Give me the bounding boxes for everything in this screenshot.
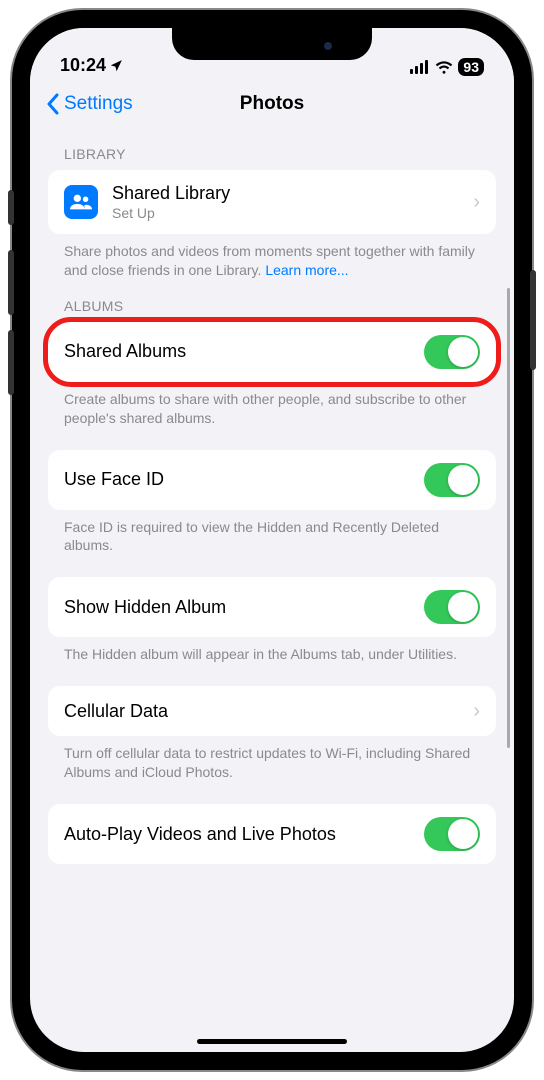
location-icon [109,59,123,73]
hidden-album-footer: The Hidden album will appear in the Albu… [48,637,496,664]
library-header: LIBRARY [48,128,496,170]
wifi-icon [435,60,453,74]
notch [172,28,372,60]
nav-title: Photos [240,93,304,115]
volume-down [8,330,14,395]
face-id-footer: Face ID is required to view the Hidden a… [48,510,496,556]
face-id-toggle[interactable] [424,463,480,497]
content[interactable]: LIBRARY Shared Library Set Up › Share ph… [30,128,514,1052]
cellular-data-title: Cellular Data [64,701,473,722]
autoplay-toggle[interactable] [424,817,480,851]
albums-header: ALBUMS [48,280,496,322]
chevron-right-icon: › [473,700,480,723]
home-indicator[interactable] [197,1039,347,1044]
autoplay-cell[interactable]: Auto-Play Videos and Live Photos [48,804,496,864]
screen: 10:24 93 Settings Photo [30,28,514,1052]
shared-albums-title: Shared Albums [64,341,424,362]
power-button [530,270,536,370]
scroll-indicator[interactable] [507,288,510,748]
status-icons: 93 [410,58,484,76]
cellular-data-cell[interactable]: Cellular Data › [48,686,496,736]
back-label: Settings [64,93,133,115]
face-id-title: Use Face ID [64,469,424,490]
chevron-left-icon [46,93,60,115]
mute-switch [8,190,14,225]
shared-albums-footer: Create albums to share with other people… [48,382,496,428]
chevron-right-icon: › [473,191,480,214]
phone-frame: 10:24 93 Settings Photo [12,10,532,1070]
hidden-album-title: Show Hidden Album [64,597,424,618]
shared-library-cell[interactable]: Shared Library Set Up › [48,170,496,234]
cellular-data-footer: Turn off cellular data to restrict updat… [48,736,496,782]
shared-library-subtitle: Set Up [112,205,473,221]
hidden-album-cell[interactable]: Show Hidden Album [48,577,496,637]
library-footer: Share photos and videos from moments spe… [48,234,496,280]
time-text: 10:24 [60,55,106,76]
shared-albums-cell[interactable]: Shared Albums [48,322,496,382]
nav-bar: Settings Photos [30,80,514,128]
status-time: 10:24 [60,55,123,76]
autoplay-title: Auto-Play Videos and Live Photos [64,824,424,845]
shared-albums-toggle[interactable] [424,335,480,369]
back-button[interactable]: Settings [46,93,133,115]
shared-library-title: Shared Library [112,183,473,204]
cellular-icon [410,60,430,74]
face-id-cell[interactable]: Use Face ID [48,450,496,510]
battery-badge: 93 [458,58,484,76]
volume-up [8,250,14,315]
people-icon [64,185,98,219]
learn-more-link[interactable]: Learn more... [265,262,348,278]
hidden-album-toggle[interactable] [424,590,480,624]
